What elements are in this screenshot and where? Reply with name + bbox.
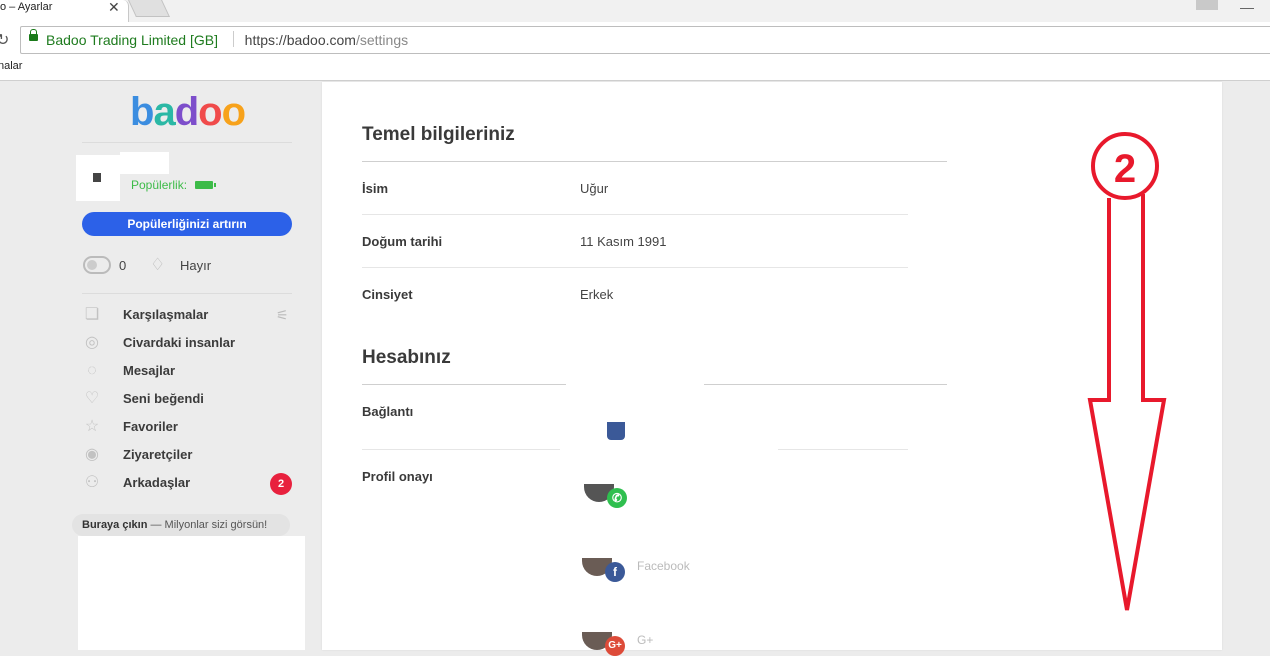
tab-title: o – Ayarlar xyxy=(0,1,53,13)
birthdate-value[interactable]: 11 Kasım 1991 xyxy=(580,234,666,249)
google-plus-icon[interactable]: G+ xyxy=(605,636,625,656)
sidebar-item-encounters[interactable]: ❏ Karşılaşmalar ⚟ xyxy=(82,304,292,326)
sidebar-item-label: Mesajlar xyxy=(123,363,176,378)
promo-banner[interactable]: Buraya çıkın — Milyonlar sizi görsün! xyxy=(72,514,290,536)
sidebar-item-favorites[interactable]: ☆ Favoriler xyxy=(82,416,292,438)
overlay-mask xyxy=(560,392,778,650)
people-nearby-icon: ◎ xyxy=(85,334,99,351)
section-divider xyxy=(362,161,947,162)
sidebar-item-label: Civardaki insanlar xyxy=(123,335,235,350)
phone-verified-icon[interactable]: ✆ xyxy=(607,488,627,508)
new-tab-button[interactable] xyxy=(128,0,170,17)
name-value[interactable]: Uğur xyxy=(580,181,608,196)
star-icon: ☆ xyxy=(84,418,100,435)
sidebar-item-label: Ziyaretçiler xyxy=(123,447,193,462)
sidebar-item-liked-you[interactable]: ♡ Seni beğendi xyxy=(82,388,292,410)
bookmark-item[interactable]: nalar xyxy=(0,60,22,72)
bookmarks-bar: nalar xyxy=(0,58,1270,81)
profile-icon[interactable] xyxy=(1196,0,1218,10)
friends-icon: ⚇ xyxy=(84,474,100,491)
gender-label: Cinsiyet xyxy=(362,287,413,302)
heart-icon: ♡ xyxy=(84,390,100,407)
google-plus-verify-label[interactable]: G+ xyxy=(637,633,653,647)
sidebar-item-label: Karşılaşmalar xyxy=(123,307,209,322)
sidebar-item-people-nearby[interactable]: ◎ Civardaki insanlar xyxy=(82,332,292,354)
sidebar-item-label: Favoriler xyxy=(123,419,178,434)
popularity-label: Popülerlik: xyxy=(131,178,188,192)
facebook-connect-icon[interactable] xyxy=(607,422,625,440)
avatar-image xyxy=(93,173,101,182)
overlay-mask xyxy=(566,368,704,392)
badoo-logo[interactable]: badoo xyxy=(130,90,246,134)
secure-origin-label: Badoo Trading Limited [GB] xyxy=(46,32,218,48)
name-label: İsim xyxy=(362,181,389,196)
battery-icon xyxy=(195,181,216,189)
filter-icon[interactable]: ⚟ xyxy=(276,307,289,324)
lock-icon xyxy=(29,29,38,41)
browser-tab-bar: o – Ayarlar ✕ xyxy=(0,0,1270,22)
row-divider xyxy=(362,214,908,215)
address-bar[interactable]: Badoo Trading Limited [GB] https://badoo… xyxy=(20,26,1270,54)
account-title: Hesabınız xyxy=(362,347,451,368)
facebook-icon[interactable]: f xyxy=(605,562,625,582)
annotation-number: 2 xyxy=(1114,147,1136,191)
profile-verification-label: Profil onayı xyxy=(362,469,433,484)
user-name-area xyxy=(120,152,169,174)
friends-count-badge: 2 xyxy=(270,473,292,495)
sidebar-item-visitors[interactable]: ◉ Ziyaretçiler xyxy=(82,444,292,466)
sidebar-item-label: Seni beğendi xyxy=(123,391,204,406)
sidebar-divider xyxy=(82,293,292,294)
close-tab-icon[interactable]: ✕ xyxy=(108,0,120,16)
birthdate-label: Doğum tarihi xyxy=(362,234,443,249)
annotation-arrow: 2 xyxy=(1087,132,1167,611)
credits-icon[interactable] xyxy=(83,256,111,274)
superpowers-status[interactable]: Hayır xyxy=(180,258,211,273)
credits-count[interactable]: 0 xyxy=(119,258,126,273)
promo-card xyxy=(78,536,305,650)
sidebar-item-label: Arkadaşlar xyxy=(123,475,191,490)
arrow-shape xyxy=(1087,194,1167,611)
minimize-icon[interactable] xyxy=(1240,0,1254,9)
gender-value[interactable]: Erkek xyxy=(580,287,613,302)
reload-icon[interactable]: ↻ xyxy=(0,30,9,50)
messages-icon: ◌ xyxy=(87,362,97,379)
diamond-icon[interactable]: ♢ xyxy=(150,256,165,274)
facebook-verify-label[interactable]: Facebook xyxy=(637,559,690,573)
sidebar-item-friends[interactable]: ⚇ Arkadaşlar 2 xyxy=(82,472,292,495)
sidebar-item-messages[interactable]: ◌ Mesajlar xyxy=(82,360,292,382)
boost-popularity-button[interactable]: Popülerliğinizi artırın xyxy=(82,212,292,236)
eye-icon: ◉ xyxy=(85,446,99,463)
cards-icon: ❏ xyxy=(84,306,100,323)
browser-tab[interactable]: o – Ayarlar ✕ xyxy=(0,0,129,22)
connection-label: Bağlantı xyxy=(362,404,414,419)
basic-info-title: Temel bilgileriniz xyxy=(362,124,515,145)
row-divider xyxy=(362,267,908,268)
sidebar-divider xyxy=(82,142,292,143)
url-text[interactable]: https://badoo.com/settings xyxy=(233,32,408,48)
